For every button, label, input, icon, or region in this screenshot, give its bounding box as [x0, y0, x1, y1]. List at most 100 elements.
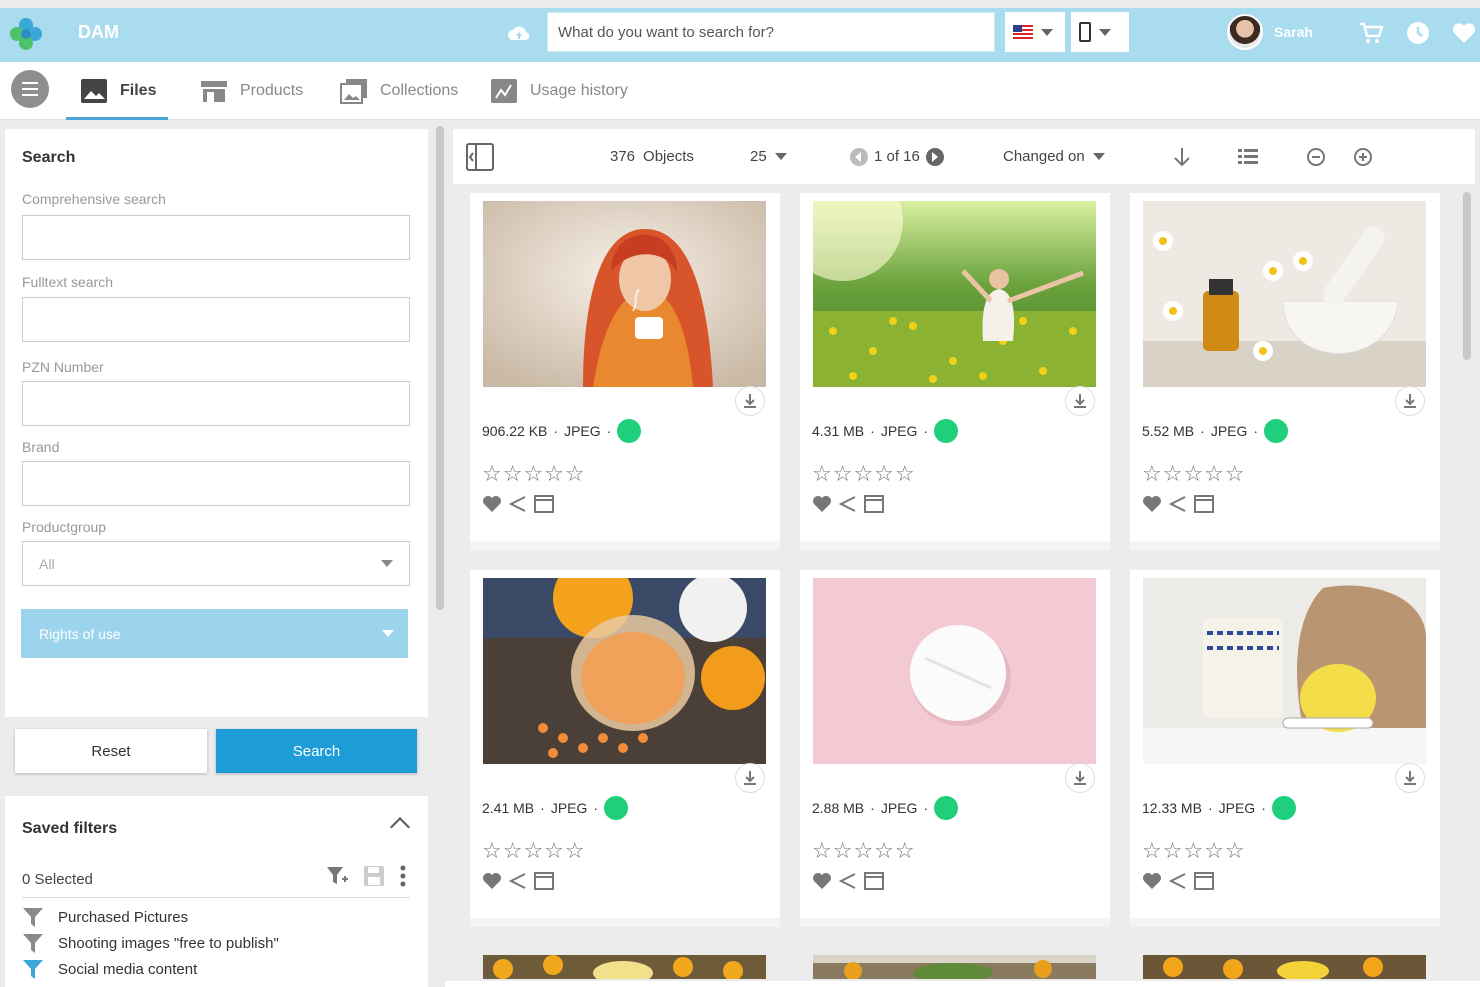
download-button[interactable] — [1065, 386, 1095, 416]
tab-usage-history[interactable]: Usage history — [490, 62, 628, 120]
file-size: 2.41 MB — [482, 800, 535, 816]
asset-thumbnail[interactable] — [1143, 201, 1426, 387]
brand-input[interactable] — [22, 461, 410, 506]
download-icon — [1404, 771, 1416, 785]
file-size: 906.22 KB — [482, 423, 548, 439]
favorite-heart-icon[interactable] — [482, 872, 502, 890]
rights-of-use-dropdown[interactable]: Rights of use — [21, 609, 408, 658]
share-icon[interactable] — [838, 872, 858, 890]
rating-stars[interactable]: ☆☆☆☆☆ — [812, 461, 916, 487]
zoom-in-button[interactable] — [1354, 129, 1372, 184]
sort-direction-button[interactable] — [1173, 129, 1191, 184]
avatar[interactable] — [1227, 14, 1263, 50]
cloud-icon[interactable] — [506, 22, 532, 46]
device-select[interactable] — [1071, 12, 1129, 52]
heart-icon[interactable] — [1451, 20, 1477, 46]
status-indicator — [1264, 419, 1289, 443]
asset-meta: 2.88 MB · JPEG · — [812, 796, 959, 820]
rating-stars[interactable]: ☆☆☆☆☆ — [482, 838, 586, 864]
reset-button[interactable]: Reset — [15, 729, 207, 773]
search-button[interactable]: Search — [216, 729, 417, 773]
menu-toggle-button[interactable] — [11, 70, 49, 108]
meta-separator: · — [870, 423, 875, 439]
rating-stars[interactable]: ☆☆☆☆☆ — [1142, 838, 1246, 864]
tab-collections[interactable]: Collections — [340, 62, 458, 120]
asset-thumbnail[interactable] — [483, 578, 766, 764]
preview-window-icon[interactable] — [1194, 872, 1214, 890]
asset-card[interactable]: 4.31 MB · JPEG · ☆☆☆☆☆ — [800, 193, 1110, 550]
asset-card[interactable]: 906.22 KB · JPEG · ☆☆☆☆☆ — [470, 193, 780, 550]
logo-icon[interactable] — [8, 16, 44, 52]
productgroup-select[interactable]: All — [22, 541, 410, 586]
next-page-icon[interactable] — [925, 147, 944, 166]
user-name[interactable]: Sarah — [1274, 24, 1313, 40]
asset-thumbnail[interactable] — [813, 201, 1096, 387]
download-button[interactable] — [735, 386, 765, 416]
rating-stars[interactable]: ☆☆☆☆☆ — [812, 838, 916, 864]
pzn-number-input[interactable] — [22, 381, 410, 426]
favorite-heart-icon[interactable] — [812, 872, 832, 890]
asset-card[interactable]: 2.88 MB · JPEG · ☆☆☆☆☆ — [800, 570, 1110, 927]
results-scrollbar[interactable] — [1463, 192, 1471, 360]
asset-card[interactable]: 5.52 MB · JPEG · ☆☆☆☆☆ — [1130, 193, 1440, 550]
preview-window-icon[interactable] — [534, 495, 554, 513]
asset-card[interactable]: 12.33 MB · JPEG · ☆☆☆☆☆ — [1130, 570, 1440, 927]
preview-window-icon[interactable] — [864, 872, 884, 890]
favorite-heart-icon[interactable] — [1142, 495, 1162, 513]
saved-filter-item[interactable]: Purchased Pictures — [22, 906, 188, 928]
page-size-select[interactable]: 25 — [750, 129, 787, 184]
preview-window-icon[interactable] — [1194, 495, 1214, 513]
download-button[interactable] — [735, 763, 765, 793]
share-icon[interactable] — [508, 872, 528, 890]
download-icon — [1074, 394, 1086, 408]
download-icon — [744, 771, 756, 785]
brand-label: Brand — [22, 439, 60, 455]
add-filter-icon[interactable] — [325, 864, 349, 888]
language-select[interactable] — [1005, 12, 1065, 52]
previous-page-icon[interactable] — [850, 147, 868, 166]
favorite-heart-icon[interactable] — [1142, 872, 1162, 890]
global-search-input[interactable] — [547, 12, 995, 52]
sort-select[interactable]: Changed on — [1003, 129, 1105, 184]
rating-stars[interactable]: ☆☆☆☆☆ — [1142, 461, 1246, 487]
favorite-heart-icon[interactable] — [482, 495, 502, 513]
download-button[interactable] — [1065, 763, 1095, 793]
zoom-out-button[interactable] — [1307, 129, 1325, 184]
saved-filter-item[interactable]: Shooting images "free to publish" — [22, 932, 279, 954]
clock-icon[interactable] — [1405, 20, 1431, 46]
tab-products[interactable]: Products — [200, 62, 303, 120]
page-info: 1 of 16 — [874, 148, 920, 165]
asset-thumbnail[interactable] — [483, 955, 766, 979]
asset-card[interactable]: 2.41 MB · JPEG · ☆☆☆☆☆ — [470, 570, 780, 927]
cart-icon[interactable] — [1358, 20, 1384, 46]
tab-files[interactable]: Files — [65, 62, 170, 120]
more-options-icon[interactable] — [399, 864, 407, 888]
collapse-panel-button[interactable] — [466, 129, 494, 184]
save-icon[interactable] — [363, 865, 385, 887]
left-scrollbar[interactable] — [436, 126, 444, 610]
asset-thumbnail[interactable] — [1143, 578, 1426, 764]
comprehensive-search-input[interactable] — [22, 215, 410, 260]
preview-window-icon[interactable] — [534, 872, 554, 890]
fulltext-search-input[interactable] — [22, 297, 410, 342]
list-view-button[interactable] — [1238, 129, 1258, 184]
download-button[interactable] — [1395, 763, 1425, 793]
asset-thumbnail[interactable] — [483, 201, 766, 387]
favorite-heart-icon[interactable] — [812, 495, 832, 513]
saved-filter-item[interactable]: Social media content — [22, 958, 197, 980]
bottom-strip — [445, 981, 1480, 987]
share-icon[interactable] — [838, 495, 858, 513]
arrow-down-icon — [1174, 147, 1190, 166]
share-icon[interactable] — [1168, 495, 1188, 513]
asset-thumbnail[interactable] — [813, 578, 1096, 764]
preview-window-icon[interactable] — [864, 495, 884, 513]
chevron-down-icon — [382, 630, 394, 637]
asset-thumbnail[interactable] — [813, 955, 1096, 979]
asset-thumbnail[interactable] — [1143, 955, 1426, 979]
download-button[interactable] — [1395, 386, 1425, 416]
share-icon[interactable] — [508, 495, 528, 513]
chevron-up-icon[interactable] — [390, 817, 410, 837]
filter-icon — [23, 908, 43, 927]
rating-stars[interactable]: ☆☆☆☆☆ — [482, 461, 586, 487]
share-icon[interactable] — [1168, 872, 1188, 890]
